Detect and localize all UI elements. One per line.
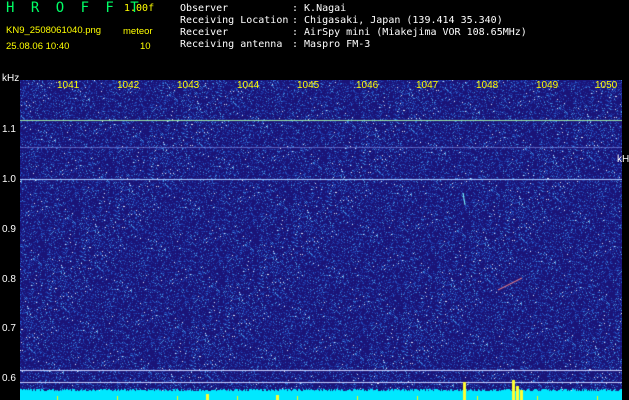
info-key: Receiver [180, 27, 229, 38]
info-key: Receiving antenna [180, 39, 283, 50]
info-value: : K.Nagai [292, 3, 347, 14]
time-tick-label: 1044 [237, 80, 260, 91]
filename-label: KN9_2508061040.png [6, 25, 102, 36]
info-row-receiver: Receiver : AirSpy mini (Miakejima VOR 108… [180, 27, 527, 39]
info-row-location: Receiving Location: Chigasaki, Japan (13… [180, 15, 527, 27]
info-key: Observer [180, 3, 229, 14]
time-tick-label: 1046 [356, 80, 379, 91]
freq-tick-label: 0.6 [2, 373, 16, 384]
time-tick-label: 1043 [177, 80, 200, 91]
time-tick-label: 1047 [416, 80, 439, 91]
meteor-label: meteor [123, 26, 153, 37]
datetime-label: 25.08.06 10:40 [6, 41, 70, 52]
info-value: : AirSpy mini (Miakejima VOR 108.65MHz) [292, 27, 527, 38]
info-row-antenna: Receiving antenna : Maspro FM-3 [180, 39, 527, 51]
info-row-observer: Observer : K.Nagai [180, 3, 527, 15]
time-tick-label: 1042 [117, 80, 140, 91]
time-tick-label: 1048 [476, 80, 499, 91]
meteor-count: 10 [140, 41, 151, 52]
info-value: : Chigasaki, Japan (139.414 35.340) [292, 15, 503, 26]
freq-tick-label: 1.0 [2, 174, 16, 185]
station-info: Observer : K.Nagai Receiving Location: Ch… [180, 3, 527, 51]
freq-tick-label: 0.9 [2, 224, 16, 235]
version-label: 1.00f [124, 3, 155, 14]
app-title: H R O F F T [6, 0, 143, 16]
spectrogram-canvas [20, 80, 622, 400]
info-value: : Maspro FM-3 [292, 39, 371, 50]
freq-tick-label: 0.7 [2, 323, 16, 334]
freq-tick-label: 0.8 [2, 274, 16, 285]
freq-tick-label: 1.1 [2, 124, 16, 135]
freq-unit-label: kHz [2, 73, 20, 84]
time-tick-label: 1041 [57, 80, 80, 91]
spectrogram [20, 80, 622, 400]
time-tick-label: 1045 [297, 80, 320, 91]
freq-unit-side-label: kHz [617, 154, 629, 165]
info-key: Receiving Location [180, 15, 289, 26]
time-tick-label: 1050 [595, 80, 618, 91]
time-tick-label: 1049 [536, 80, 559, 91]
